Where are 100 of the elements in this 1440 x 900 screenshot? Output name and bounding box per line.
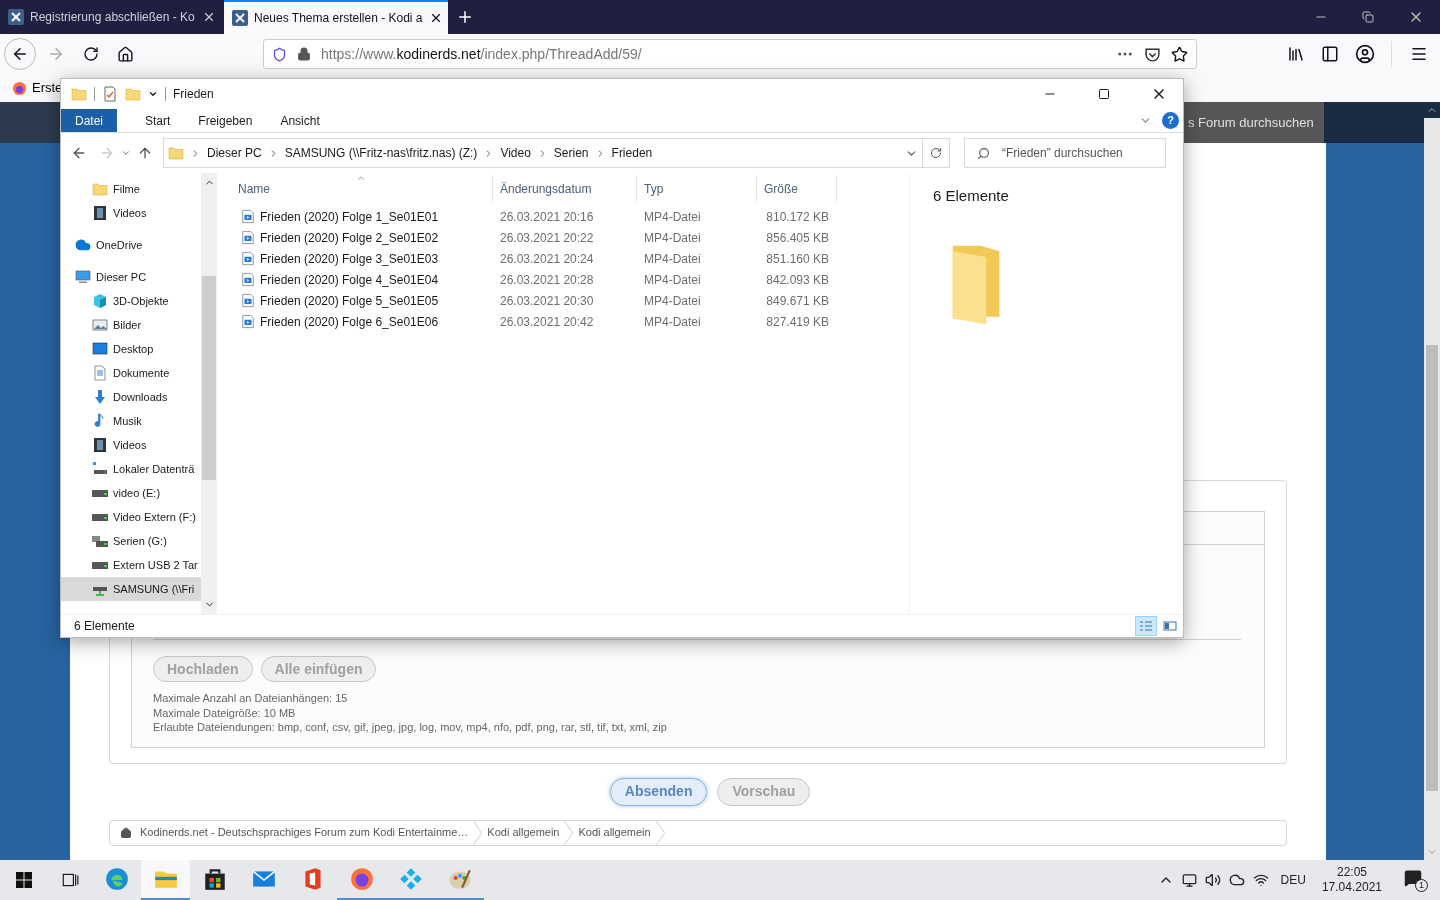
clock-date[interactable]: 17.04.2021 (1321, 880, 1382, 895)
file-name[interactable]: Frieden (2020) Folge 4_Se01E04 (260, 270, 439, 289)
path-segment[interactable]: Dieser PC (207, 144, 262, 162)
close-icon[interactable] (202, 10, 216, 24)
file-name[interactable]: Frieden (2020) Folge 3_Se01E03 (260, 249, 439, 268)
cloud-icon[interactable] (1228, 872, 1245, 888)
windows-start-icon[interactable] (16, 872, 32, 888)
download-icon (92, 389, 108, 405)
new-tab-icon[interactable] (456, 8, 474, 26)
library-icon[interactable] (1287, 45, 1305, 63)
nav-item[interactable]: Serien (G:) (61, 529, 201, 553)
file-name[interactable]: Frieden (2020) Folge 2_Se01E02 (260, 228, 439, 247)
nav-item[interactable]: Dokumente (61, 361, 201, 385)
nav-item[interactable]: Lokaler Datenträ (61, 457, 201, 481)
file-date: 26.03.2021 20:28 (499, 271, 595, 289)
tab-title: Registrierung abschließen - Ko (30, 9, 196, 26)
file-size: 851.160 KB (765, 250, 830, 268)
back-icon[interactable] (71, 145, 87, 161)
status-item-count: 6 Elemente (74, 618, 135, 635)
url-field[interactable]: https://www.kodinerds.net/index.php/ThreadAdd/59/ (263, 39, 1197, 69)
home-icon[interactable] (117, 45, 134, 63)
picture-icon (92, 317, 108, 333)
nav-item[interactable]: video (E:) (61, 481, 201, 505)
nav-item[interactable]: SAMSUNG (\\Fri (61, 577, 201, 601)
lock-icon[interactable] (297, 47, 311, 61)
pocket-icon[interactable] (1144, 45, 1161, 63)
maximize-icon[interactable] (1098, 88, 1110, 100)
language-indicator[interactable]: DEU (1280, 871, 1306, 889)
ribbon-tab[interactable]: Freigeben (184, 109, 267, 132)
shield-icon[interactable] (272, 46, 287, 62)
ribbon-tab[interactable]: Ansicht (266, 109, 334, 132)
network-icon[interactable] (1252, 872, 1269, 888)
nav-item[interactable]: Videos (61, 201, 201, 225)
upload-info-text: Maximale Anzahl an Dateianhängen: 15 (153, 691, 349, 706)
forum-search-field[interactable]: s Forum durchsuchen (1184, 102, 1324, 143)
file-date: 26.03.2021 20:24 (499, 250, 595, 268)
scrollbar-thumb[interactable] (202, 276, 216, 480)
firefox-icon (12, 80, 27, 96)
path-segment[interactable]: Video (500, 144, 531, 162)
breadcrumb-link[interactable]: Kodi allgemein (487, 824, 560, 841)
nav-item[interactable]: Downloads (61, 385, 201, 409)
column-header[interactable]: Größe (757, 175, 837, 203)
video-file-icon (241, 230, 255, 245)
file-menu-tab[interactable]: Datei (61, 109, 117, 132)
clock-time[interactable]: 22:05 (1336, 865, 1367, 880)
nav-item[interactable]: Desktop (61, 337, 201, 361)
browser-tab[interactable]: Registrierung abschließen - Ko (0, 0, 224, 34)
nav-item[interactable]: Bilder (61, 313, 201, 337)
help-button[interactable]: ? (1162, 112, 1179, 129)
volume-icon[interactable] (1204, 872, 1221, 888)
search-field[interactable]: “Frieden” durchsuchen (964, 138, 1166, 168)
scrollbar[interactable] (1424, 102, 1440, 860)
nav-item[interactable]: Extern USB 2 Tar (61, 553, 201, 577)
refresh-button[interactable] (922, 138, 950, 168)
menu-icon[interactable] (1410, 45, 1428, 63)
ribbon-tab[interactable]: Start (131, 109, 185, 132)
nav-item[interactable]: Dieser PC (61, 265, 201, 289)
up-icon[interactable] (137, 145, 153, 161)
device-icon[interactable] (1181, 872, 1197, 888)
breadcrumb-link[interactable]: Kodinerds.net - Deutschsprachiges Forum zum Kodi Entertainme… (140, 824, 469, 841)
customize-caret-icon[interactable] (148, 89, 158, 99)
preview-item-count: 6 Elemente (933, 186, 1010, 206)
task-view-icon[interactable] (61, 871, 79, 889)
nav-item[interactable]: Video Extern (F:) (61, 505, 201, 529)
recent-caret-icon[interactable] (121, 148, 131, 158)
column-header[interactable]: Typ (637, 175, 757, 203)
properties-icon[interactable] (102, 86, 118, 102)
video-file-icon (241, 314, 255, 329)
sidebar-icon[interactable] (1321, 45, 1339, 63)
file-name[interactable]: Frieden (2020) Folge 1_Se01E01 (260, 207, 439, 226)
account-icon[interactable] (1355, 44, 1375, 64)
folder-icon (168, 145, 184, 161)
column-header[interactable]: Name (231, 175, 493, 203)
nav-item[interactable]: Filme (61, 177, 201, 201)
file-name[interactable]: Frieden (2020) Folge 6_Se01E06 (260, 312, 439, 331)
scrollbar-thumb[interactable] (1426, 345, 1438, 791)
file-size: 810.172 KB (765, 208, 830, 226)
bookmark-star-icon[interactable] (1171, 45, 1188, 63)
nav-item[interactable]: Videos (61, 433, 201, 457)
film-icon (92, 437, 108, 453)
path-segment[interactable]: SAMSUNG (\\Fritz-nas\fritz.nas) (Z:) (284, 144, 478, 162)
address-field[interactable]: Dieser PC SAMSUNG (\\Fritz-nas\fritz.nas) (Z:) Video Serien Frieden (163, 138, 923, 168)
file-name[interactable]: Frieden (2020) Folge 5_Se01E05 (260, 291, 439, 310)
scrollbar[interactable] (201, 173, 217, 614)
path-segment[interactable]: Frieden (611, 144, 653, 162)
document-icon (92, 365, 108, 381)
home-icon[interactable] (120, 826, 132, 839)
film-icon (92, 205, 108, 221)
nav-item[interactable]: 3D-Objekte (61, 289, 201, 313)
breadcrumb-link[interactable]: Kodi allgemein (578, 824, 651, 841)
nav-item[interactable]: Musik (61, 409, 201, 433)
restore-icon[interactable] (1362, 11, 1374, 23)
nav-item[interactable]: OneDrive (61, 233, 201, 257)
upload-info-text: Maximale Dateigröße: 10 MB (153, 705, 297, 720)
column-header[interactable]: Änderungsdatum (493, 175, 637, 203)
desktop-icon (92, 341, 108, 357)
path-segment[interactable]: Serien (553, 144, 589, 162)
browser-tab[interactable]: Neues Thema erstellen - Kodi a (224, 0, 448, 34)
reload-icon[interactable] (83, 46, 99, 62)
folder-icon (92, 181, 108, 197)
